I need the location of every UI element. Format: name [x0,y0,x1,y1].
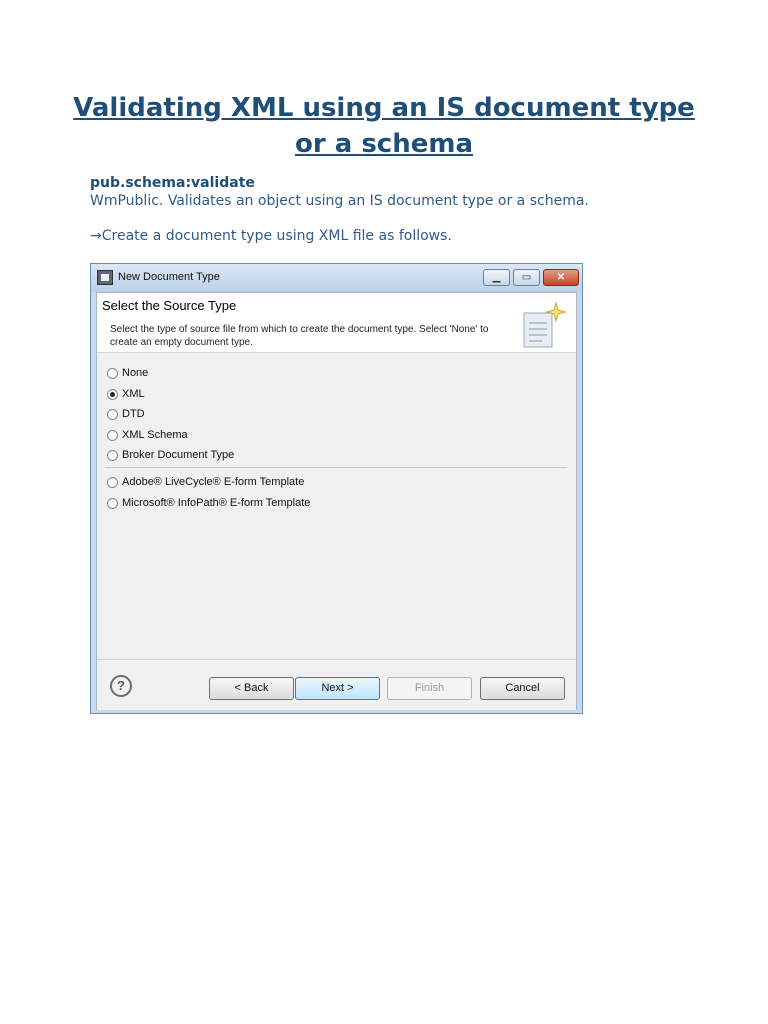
radio-option-adobe-livecycle[interactable]: Adobe® LiveCycle® E-form Template [107,475,304,489]
instruction-text: →Create a document type using XML file a… [90,228,452,244]
radio-label: Broker Document Type [122,449,235,461]
api-description: WmPublic. Validates an object using an I… [90,193,589,209]
api-name-heading: pub.schema:validate [90,175,255,191]
next-button[interactable]: Next > [295,677,380,700]
document-title: Validating XML using an IS document type… [73,93,695,159]
radio-button-selected[interactable] [107,388,118,400]
radio-option-broker-document-type[interactable]: Broker Document Type [107,448,234,462]
radio-button[interactable] [107,497,118,509]
radio-option-xml[interactable]: XML [107,387,145,401]
minimize-button[interactable]: ▁ [483,269,510,286]
radio-option-microsoft-infopath[interactable]: Microsoft® InfoPath® E-form Template [107,496,310,510]
radio-button[interactable] [107,367,118,379]
app-window-icon [97,270,113,285]
wizard-page-title: Select the Source Type [102,298,237,313]
radio-label: DTD [122,408,145,420]
close-button[interactable]: ✕ [543,269,579,286]
radio-label: XML [122,388,145,400]
divider [105,467,567,468]
finish-button[interactable]: Finish [387,677,472,700]
radio-option-xml-schema[interactable]: XML Schema [107,428,188,442]
radio-button[interactable] [107,429,118,441]
close-icon: ✕ [556,272,566,283]
radio-label: Adobe® LiveCycle® E-form Template [122,476,305,488]
wizard-header: Select the Source Type Select the type o… [97,293,576,353]
radio-label: Microsoft® InfoPath® E-form Template [122,497,311,509]
document-sparkle-icon [523,301,567,348]
back-button[interactable]: < Back [209,677,294,700]
wizard-page-description: Select the type of source file from whic… [110,324,489,348]
window-title: New Document Type [118,271,220,283]
radio-option-none[interactable]: None [107,366,148,380]
radio-button[interactable] [107,408,118,420]
radio-label: XML Schema [122,429,188,441]
new-document-type-dialog: New Document Type ▁ ▭ ✕ Select the Sourc… [90,263,583,714]
radio-button[interactable] [107,449,118,461]
maximize-button[interactable]: ▭ [513,269,540,286]
window-titlebar[interactable]: New Document Type ▁ ▭ ✕ [91,264,582,292]
dialog-body: Select the Source Type Select the type o… [96,292,577,710]
maximize-icon: ▭ [521,272,532,283]
wizard-footer: ? < Back Next > Finish Cancel [97,659,576,710]
minimize-icon: ▁ [492,272,501,283]
radio-button[interactable] [107,476,118,488]
help-icon[interactable]: ? [110,675,132,697]
radio-label: None [122,367,149,379]
cancel-button[interactable]: Cancel [480,677,565,700]
radio-option-dtd[interactable]: DTD [107,407,145,421]
